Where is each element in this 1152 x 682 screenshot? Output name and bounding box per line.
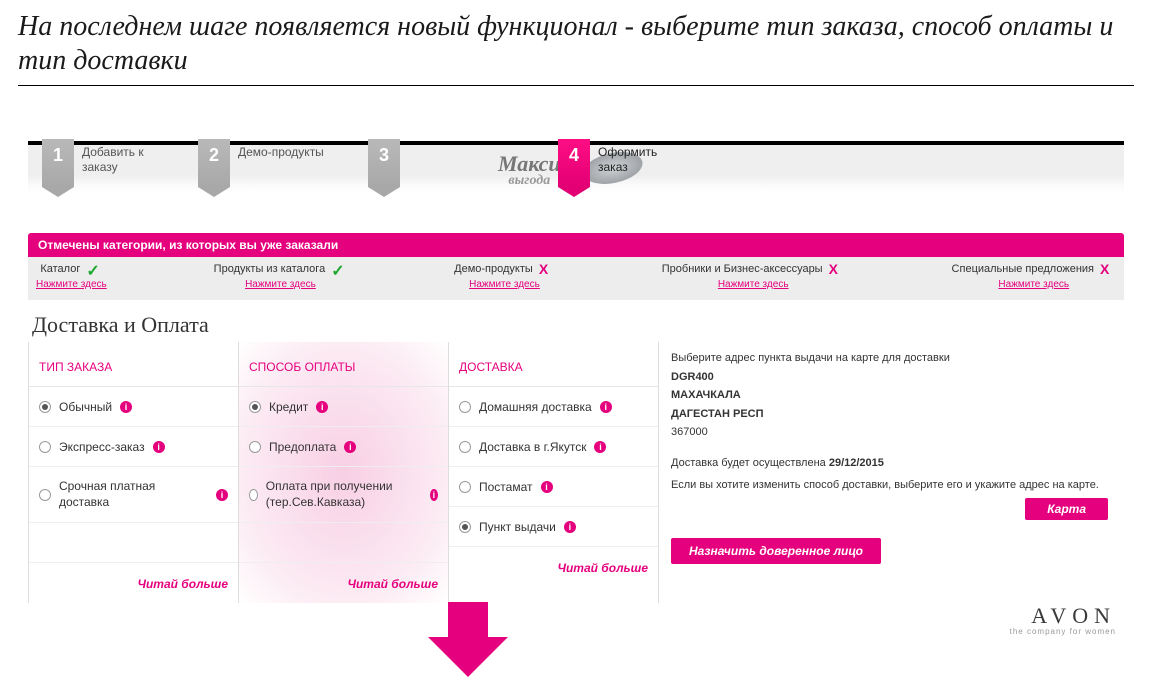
- location-code: DGR400: [671, 369, 1112, 386]
- payment-option[interactable]: Кредитi: [239, 387, 448, 427]
- cross-icon: [1100, 261, 1116, 277]
- location-city: МАХАЧКАЛА: [671, 387, 1112, 404]
- slide-title: На последнем шаге появляется новый функц…: [18, 10, 1134, 86]
- step-number-badge: 2: [198, 139, 230, 187]
- info-icon[interactable]: i: [344, 441, 356, 453]
- assign-trusted-button[interactable]: Назначить доверенное лицо: [671, 538, 881, 564]
- category-products: Продукты из каталога Нажмите здесь: [214, 261, 348, 290]
- location-zip: 367000: [671, 424, 1112, 441]
- radio-icon: [459, 481, 471, 493]
- check-icon: [331, 261, 347, 277]
- info-icon[interactable]: i: [120, 401, 132, 413]
- delivery-info-panel: Выберите адрес пункта выдачи на карте дл…: [658, 342, 1124, 603]
- category-offers: Специальные предложения Нажмите здесь: [952, 261, 1116, 290]
- category-demo: Демо-продукты Нажмите здесь: [454, 261, 555, 290]
- radio-icon: [459, 521, 471, 533]
- category-link[interactable]: Нажмите здесь: [998, 279, 1069, 290]
- delivery-option[interactable]: Домашняя доставкаi: [449, 387, 658, 427]
- category-samples: Пробники и Бизнес-аксессуары Нажмите зде…: [662, 261, 845, 290]
- step-label: Добавить к заказу: [82, 139, 144, 174]
- cross-icon: [539, 261, 555, 277]
- category-link[interactable]: Нажмите здесь: [718, 279, 789, 290]
- delivery-hint: Если вы хотите изменить способ доставки,…: [671, 477, 1112, 494]
- info-icon[interactable]: i: [541, 481, 553, 493]
- delivery-option[interactable]: Доставка в г.Якутскi: [449, 427, 658, 467]
- payment-option[interactable]: Оплата при получении (тер.Сев.Кавказа)i: [239, 467, 448, 523]
- map-button[interactable]: Карта: [1025, 498, 1108, 520]
- read-more-link[interactable]: Читай больше: [347, 577, 438, 591]
- info-icon[interactable]: i: [216, 489, 228, 501]
- step-number-badge: 1: [42, 139, 74, 187]
- radio-icon: [249, 401, 261, 413]
- step-number-badge: 3: [368, 139, 400, 187]
- read-more-link[interactable]: Читай больше: [137, 577, 228, 591]
- check-icon: [86, 261, 102, 277]
- delivery-date: Доставка будет осуществлена 29/12/2015: [671, 455, 1112, 472]
- info-icon[interactable]: i: [564, 521, 576, 533]
- info-icon[interactable]: i: [594, 441, 606, 453]
- category-bar-header: Отмечены категории, из которых вы уже за…: [28, 233, 1124, 257]
- category-link[interactable]: Нажмите здесь: [469, 279, 540, 290]
- radio-icon: [249, 489, 258, 501]
- delivery-option[interactable]: Постаматi: [449, 467, 658, 507]
- step-2[interactable]: 2 Демо-продукты: [198, 139, 324, 187]
- category-link[interactable]: Нажмите здесь: [245, 279, 316, 290]
- radio-icon: [39, 401, 51, 413]
- info-icon[interactable]: i: [600, 401, 612, 413]
- read-more-link[interactable]: Читай больше: [557, 561, 648, 575]
- radio-icon: [249, 441, 261, 453]
- radio-icon: [39, 489, 51, 501]
- step-label: Оформить заказ: [598, 139, 657, 174]
- info-icon[interactable]: i: [153, 441, 165, 453]
- order-type-option[interactable]: Обычныйi: [29, 387, 238, 427]
- column-header: ДОСТАВКА: [449, 342, 658, 387]
- step-label: Демо-продукты: [238, 139, 324, 159]
- info-intro: Выберите адрес пункта выдачи на карте дл…: [671, 350, 1112, 367]
- order-type-option[interactable]: Экспресс-заказi: [29, 427, 238, 467]
- column-header: ТИП ЗАКАЗА: [29, 342, 238, 387]
- category-catalog: Каталог Нажмите здесь: [36, 261, 107, 290]
- payment-column: СПОСОБ ОПЛАТЫ Кредитi Предоплатаi Оплата…: [238, 342, 448, 603]
- radio-icon: [39, 441, 51, 453]
- category-link[interactable]: Нажмите здесь: [36, 279, 107, 290]
- brand-logo: AVON the company for women: [1010, 603, 1116, 636]
- step-4[interactable]: 4 Оформить заказ: [558, 139, 657, 187]
- highlight-arrow-icon: [428, 602, 508, 682]
- step-number-badge: 4: [558, 139, 590, 187]
- promo-text: Макси выгода: [498, 151, 561, 189]
- order-type-option[interactable]: Срочная платная доставкаi: [29, 467, 238, 523]
- radio-icon: [459, 441, 471, 453]
- payment-option[interactable]: Предоплатаi: [239, 427, 448, 467]
- delivery-option[interactable]: Пункт выдачиi: [449, 507, 658, 547]
- step-bar: 1 Добавить к заказу 2 Демо-продукты 3 Ма…: [28, 141, 1124, 193]
- delivery-column: ДОСТАВКА Домашняя доставкаi Доставка в г…: [448, 342, 658, 603]
- radio-icon: [459, 401, 471, 413]
- step-3[interactable]: 3: [368, 139, 400, 187]
- info-icon[interactable]: i: [430, 489, 438, 501]
- section-title: Доставка и Оплата: [32, 312, 1124, 338]
- order-type-column: ТИП ЗАКАЗА Обычныйi Экспресс-заказi Сроч…: [28, 342, 238, 603]
- cross-icon: [829, 261, 845, 277]
- info-icon[interactable]: i: [316, 401, 328, 413]
- column-header: СПОСОБ ОПЛАТЫ: [239, 342, 448, 387]
- step-1[interactable]: 1 Добавить к заказу: [42, 139, 144, 187]
- location-region: ДАГЕСТАН РЕСП: [671, 406, 1112, 423]
